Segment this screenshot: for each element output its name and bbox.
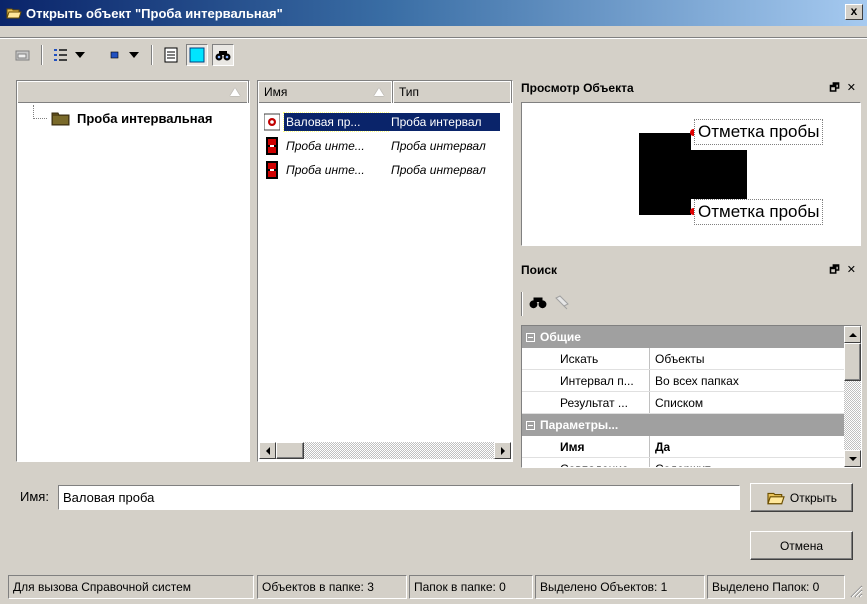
folder-tree-panel[interactable]: Проба интервальная <box>16 80 250 462</box>
view-list-icon[interactable] <box>50 44 72 66</box>
scroll-down-button[interactable] <box>844 450 861 467</box>
folder-icon <box>51 112 70 126</box>
cancel-button-label: Отмена <box>779 538 824 553</box>
property-key: Искать <box>522 348 650 369</box>
preview-canvas[interactable]: Отметка пробы Отметка пробы <box>521 102 861 246</box>
search-title: Поиск <box>521 263 558 277</box>
property-value[interactable]: Объекты <box>650 348 705 369</box>
scroll-right-button[interactable] <box>494 442 511 459</box>
scroll-up-button[interactable] <box>844 326 861 343</box>
search-panel: Поиск 🗗 ✕ Общие Искать Объекты Интервал п..… <box>517 258 862 468</box>
preview-black-shape <box>691 150 747 199</box>
preview-icon[interactable] <box>186 44 208 66</box>
view-small-icon[interactable] <box>104 44 126 66</box>
property-value[interactable]: Да <box>650 436 670 457</box>
preview-panel: Просмотр Объекта 🗗 ✕ Отметка пробы Отмет… <box>517 76 862 260</box>
interval-sample-icon <box>266 137 278 155</box>
view-small-dropdown-icon[interactable] <box>128 44 140 66</box>
sort-arrow-icon <box>374 87 384 96</box>
name-label: Имя: <box>20 489 49 504</box>
list-item-type: Проба интервал <box>388 113 500 131</box>
property-value[interactable]: Содержит <box>650 458 711 468</box>
open-button-label: Открыть <box>789 490 838 505</box>
list-item[interactable]: Валовая пр... Проба интервал <box>258 110 512 134</box>
cancel-button[interactable]: Отмена <box>750 531 853 560</box>
status-folders-count: Папок в папке: 0 <box>409 575 533 599</box>
property-row[interactable]: Имя Да <box>522 436 844 458</box>
property-group-label: Параметры... <box>540 418 619 432</box>
up-folder-icon[interactable] <box>12 44 34 66</box>
status-objects-count: Объектов в папке: 3 <box>257 575 407 599</box>
search-pin-close-icon[interactable]: 🗗 ✕ <box>829 261 858 280</box>
column-header-name[interactable]: Имя <box>258 81 393 103</box>
scroll-thumb[interactable] <box>844 343 861 381</box>
sample-point-icon <box>264 113 280 131</box>
search-icon[interactable] <box>212 44 234 66</box>
status-selected-objects: Выделено Объектов: 1 <box>535 575 705 599</box>
resize-grip-icon[interactable] <box>849 584 863 598</box>
status-help: Для вызова Справочной систем <box>8 575 254 599</box>
property-row[interactable]: Искать Объекты <box>522 348 844 370</box>
list-item-name: Валовая пр... <box>283 112 389 132</box>
clear-search-icon[interactable] <box>553 294 571 313</box>
scroll-left-button[interactable] <box>259 442 276 459</box>
sort-arrow-icon <box>230 87 240 96</box>
list-item-name: Проба инте... <box>286 139 365 153</box>
toolbar <box>0 38 867 39</box>
vertical-scrollbar[interactable] <box>844 326 861 467</box>
scroll-thumb[interactable] <box>276 442 304 459</box>
name-input[interactable] <box>58 485 740 510</box>
search-run-icon[interactable] <box>529 294 547 313</box>
property-group[interactable]: Параметры... <box>522 414 844 436</box>
preview-black-shape <box>639 133 691 215</box>
search-properties-grid[interactable]: Общие Искать Объекты Интервал п... Во всех п… <box>521 325 862 468</box>
close-button[interactable]: x <box>845 4 863 20</box>
property-row[interactable]: Интервал п... Во всех папках <box>522 370 844 392</box>
interval-sample-icon <box>266 161 278 179</box>
tree-header[interactable] <box>17 80 249 103</box>
details-icon[interactable] <box>160 44 182 66</box>
open-button[interactable]: Открыть <box>750 483 853 512</box>
tree-item-label: Проба интервальная <box>77 110 213 126</box>
property-key: Интервал п... <box>522 370 650 391</box>
property-row[interactable]: СовпадениеСодержит <box>522 458 844 468</box>
list-item[interactable]: Проба инте... Проба интервал <box>258 158 512 182</box>
tree-item-root[interactable]: Проба интервальная <box>51 107 212 129</box>
property-key: Совпадение <box>522 458 650 467</box>
title-bar: Открыть объект "Проба интервальная" x <box>0 0 867 26</box>
status-selected-folders: Выделено Папок: 0 <box>707 575 845 599</box>
column-header-type[interactable]: Тип <box>393 81 512 103</box>
property-group-label: Общие <box>540 330 581 344</box>
list-item[interactable]: Проба инте... Проба интервал <box>258 134 512 158</box>
collapse-icon[interactable] <box>526 420 535 430</box>
list-item-type: Проба интервал <box>391 163 486 177</box>
property-group[interactable]: Общие <box>522 326 844 348</box>
mark-label: Отметка пробы <box>694 119 824 145</box>
window-title: Открыть объект "Проба интервальная" <box>26 5 283 21</box>
search-title-bar: Поиск 🗗 ✕ <box>517 258 862 282</box>
property-value[interactable]: Во всех папках <box>650 370 739 391</box>
preview-pin-close-icon[interactable]: 🗗 ✕ <box>829 79 858 98</box>
property-value[interactable]: Списком <box>650 392 703 413</box>
list-rows: Валовая пр... Проба интервал Проба инте...… <box>258 103 512 182</box>
list-item-name: Проба инте... <box>286 163 365 177</box>
property-key: Имя <box>522 436 650 457</box>
view-dropdown-arrow-icon[interactable] <box>74 44 86 66</box>
mark-label: Отметка пробы <box>694 199 824 225</box>
object-list-panel[interactable]: Имя Тип Валовая пр... Проба интервал Проба… <box>257 80 513 462</box>
open-folder-icon <box>767 492 785 504</box>
property-row[interactable]: Результат ... Списком <box>522 392 844 414</box>
horizontal-scrollbar[interactable] <box>259 442 511 460</box>
preview-title: Просмотр Объекта <box>521 81 634 95</box>
open-folder-icon <box>6 8 22 19</box>
list-item-type: Проба интервал <box>391 139 486 153</box>
collapse-icon[interactable] <box>526 332 535 342</box>
preview-title-bar: Просмотр Объекта 🗗 ✕ <box>517 76 862 100</box>
property-key: Результат ... <box>522 392 650 413</box>
